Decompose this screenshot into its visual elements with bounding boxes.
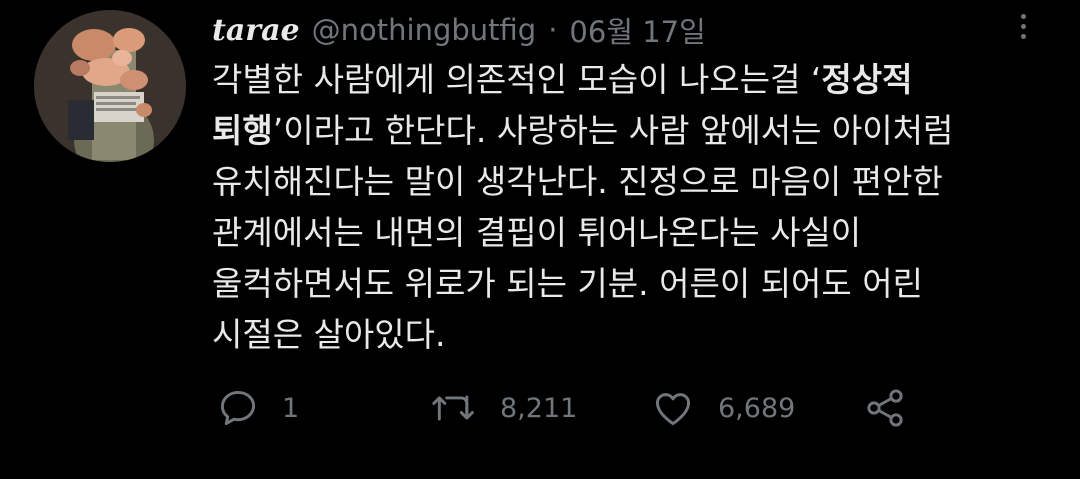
tweet-actions: 1 8,211 6,689 <box>0 380 1080 436</box>
display-name[interactable]: tarae <box>212 13 300 48</box>
more-dot-icon <box>1020 33 1026 39</box>
retweet-count: 8,211 <box>500 392 578 424</box>
like-count: 6,689 <box>718 392 796 424</box>
tweet-header: tarae @nothingbutfig · 06월 17일 <box>212 10 706 50</box>
avatar-image <box>34 10 186 162</box>
tweet-line: 퇴행’이라고 한단다. 사랑하는 사람 앞에서는 아이처럼 <box>212 105 1002 156</box>
heart-icon <box>655 393 691 426</box>
tweet-line: 각별한 사람에게 의존적인 모습이 나오는걸 ‘정상적 <box>212 54 1002 105</box>
more-dot-icon <box>1020 23 1026 29</box>
share-button[interactable] <box>862 380 908 436</box>
avatar[interactable] <box>34 10 186 162</box>
more-options-button[interactable] <box>1008 8 1038 44</box>
tweet-line: 유치해진다는 말이 생각난다. 진정으로 마음이 편안한 <box>212 162 943 201</box>
like-button[interactable]: 6,689 <box>650 380 795 436</box>
retweet-icon <box>432 395 474 421</box>
share-icon <box>867 389 903 427</box>
tweet-text-segment: ’이라고 한단다. 사랑하는 사람 앞에서는 아이처럼 <box>272 111 954 150</box>
tweet-text-segment: 각별한 사람에게 의존적인 모습이 나오는걸 ‘ <box>212 60 822 99</box>
retweet-button[interactable]: 8,211 <box>430 380 577 436</box>
tweet-text-bold: 퇴행 <box>212 111 273 150</box>
tweet[interactable]: tarae @nothingbutfig · 06월 17일 각별한 사람에게 … <box>0 0 1080 479</box>
user-handle[interactable]: @nothingbutfig <box>312 13 537 47</box>
tweet-line: 울컥하면서도 위로가 되는 기분. 어른이 되어도 어린 <box>212 264 923 303</box>
tweet-line: 관계에서는 내면의 결핍이 튀어나온다는 사실이 <box>212 213 862 252</box>
tweet-text: 각별한 사람에게 의존적인 모습이 나오는걸 ‘정상적 퇴행’이라고 한단다. … <box>212 54 1002 360</box>
separator-dot: · <box>548 13 558 47</box>
tweet-text-bold: 정상적 <box>821 60 913 99</box>
reply-icon <box>220 390 256 426</box>
tweet-line: 시절은 살아있다. <box>212 315 446 354</box>
tweet-date[interactable]: 06월 17일 <box>569 9 705 51</box>
reply-button[interactable]: 1 <box>216 380 299 436</box>
more-dot-icon <box>1020 13 1026 19</box>
reply-count: 1 <box>282 392 300 424</box>
